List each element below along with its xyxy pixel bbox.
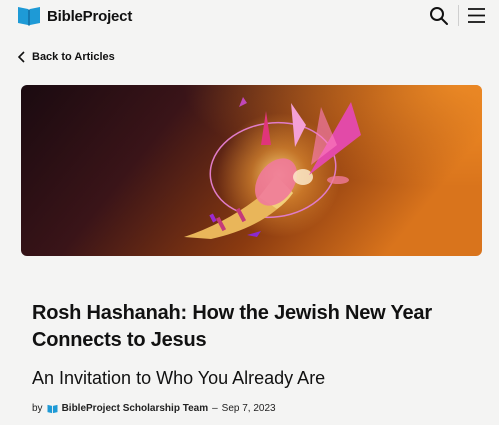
chevron-left-icon: [18, 51, 25, 63]
byline-separator: –: [212, 403, 218, 414]
top-navigation: BibleProject: [0, 0, 499, 32]
back-to-articles-link[interactable]: Back to Articles: [18, 51, 115, 63]
header-divider: [458, 5, 459, 26]
byline-date: Sep 7, 2023: [221, 403, 276, 414]
book-logo-icon: [47, 404, 58, 413]
hamburger-menu-icon[interactable]: [468, 7, 485, 24]
article-byline: by BibleProject Scholarship Team – Sep 7…: [32, 403, 276, 414]
byline-author[interactable]: BibleProject Scholarship Team: [62, 403, 209, 414]
article-title: Rosh Hashanah: How the Jewish New Year C…: [32, 302, 432, 351]
article-subtitle: An Invitation to Who You Already Are: [32, 368, 326, 388]
byline-by: by: [32, 403, 43, 414]
book-logo-icon: [18, 7, 40, 26]
shofar-illustration: [21, 85, 482, 256]
hero-image: [21, 85, 482, 256]
brand-name: BibleProject: [47, 7, 133, 25]
back-link-label: Back to Articles: [32, 51, 115, 63]
search-icon[interactable]: [429, 6, 449, 26]
brand-logo-link[interactable]: BibleProject: [17, 5, 132, 27]
